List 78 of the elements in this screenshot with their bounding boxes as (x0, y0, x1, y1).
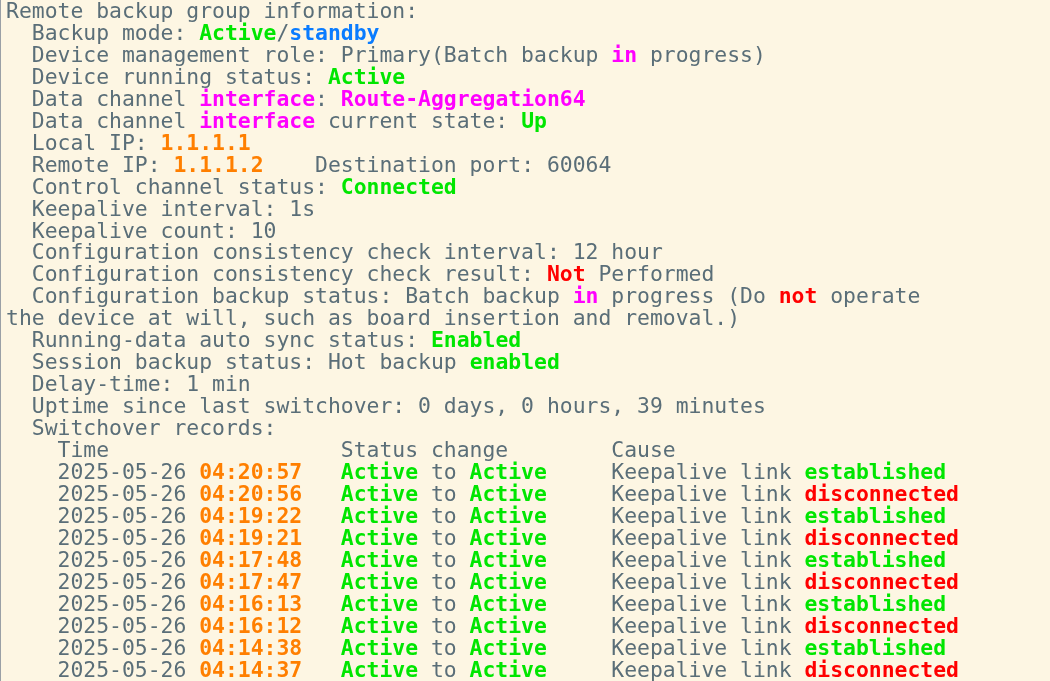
record-time: 04:17:48 (199, 548, 303, 571)
status-to-word: to (430, 461, 457, 483)
status-from: Active (340, 461, 419, 483)
record-time: 04:20:56 (199, 482, 303, 505)
record-date: 2025-05-26 (57, 526, 187, 549)
record-event: disconnected (804, 658, 959, 681)
status-to-word: to (430, 614, 457, 637)
record-time: 04:16:13 (199, 592, 303, 615)
record-cause: Keepalive link (611, 614, 792, 637)
output-line: Running-data auto sync status: Enabled (31, 327, 522, 353)
status-to: Active (469, 658, 547, 681)
output-line: Destination port: 60064 (315, 153, 612, 176)
status-to: Active (469, 636, 547, 659)
record-date: 2025-05-26 (57, 461, 187, 483)
record-time: 04:20:57 (199, 461, 303, 483)
record-cause: Keepalive link (611, 504, 792, 527)
status-from: Active (340, 526, 419, 549)
record-date: 2025-05-26 (57, 636, 187, 659)
record-event: established (804, 636, 947, 659)
status-to-word: to (430, 636, 457, 659)
record-event: established (804, 592, 947, 615)
output-heading: Remote backup group information: (6, 0, 419, 23)
output-line: Local IP: 1.1.1.1 (31, 129, 251, 155)
status-from: Active (340, 592, 419, 615)
status-from: Active (340, 636, 419, 659)
status-from: Active (340, 658, 419, 681)
status-to-word: to (430, 504, 457, 527)
record-cause: Keepalive link (611, 658, 792, 681)
record-cause: Keepalive link (611, 636, 792, 659)
status-from: Active (340, 570, 419, 593)
status-from: Active (340, 614, 419, 637)
status-to-word: to (430, 526, 457, 549)
status-from: Active (340, 504, 419, 527)
record-time: 04:14:37 (199, 658, 303, 681)
status-to: Active (469, 482, 547, 505)
record-cause: Keepalive link (611, 548, 792, 571)
status-to-word: to (430, 658, 457, 681)
record-event: disconnected (804, 570, 959, 593)
column-header: Cause (611, 439, 676, 461)
record-time: 04:16:12 (199, 614, 303, 637)
status-to: Active (469, 526, 547, 549)
record-time: 04:17:47 (199, 570, 303, 593)
record-date: 2025-05-26 (57, 658, 187, 681)
record-event: disconnected (804, 526, 959, 549)
column-header: Time (57, 439, 110, 461)
status-from: Active (340, 548, 419, 571)
record-cause: Keepalive link (611, 570, 792, 593)
record-cause: Keepalive link (611, 592, 792, 615)
status-to-word: to (430, 548, 457, 571)
status-to-word: to (430, 592, 457, 615)
record-date: 2025-05-26 (57, 482, 187, 505)
record-date: 2025-05-26 (57, 504, 187, 527)
record-cause: Keepalive link (611, 461, 792, 483)
status-to: Active (469, 548, 547, 571)
record-event: disconnected (804, 482, 959, 505)
status-to: Active (469, 570, 547, 593)
status-to: Active (469, 614, 547, 637)
status-to: Active (469, 461, 547, 483)
record-date: 2025-05-26 (57, 548, 187, 571)
record-event: established (804, 461, 947, 483)
status-from: Active (340, 482, 419, 505)
status-to: Active (469, 504, 547, 527)
column-header: Status change (340, 439, 509, 461)
record-event: disconnected (804, 614, 959, 637)
record-time: 04:19:21 (199, 526, 303, 549)
record-event: established (804, 548, 947, 571)
output-line: Remote IP: 1.1.1.2 (31, 153, 264, 176)
record-date: 2025-05-26 (57, 570, 187, 593)
record-date: 2025-05-26 (57, 614, 187, 637)
record-cause: Keepalive link (611, 482, 792, 505)
record-time: 04:14:38 (199, 636, 303, 659)
status-to: Active (469, 592, 547, 615)
record-event: established (804, 504, 947, 527)
status-to-word: to (430, 570, 457, 593)
record-cause: Keepalive link (611, 526, 792, 549)
record-date: 2025-05-26 (57, 592, 187, 615)
status-to-word: to (430, 482, 457, 505)
record-time: 04:19:22 (199, 504, 303, 527)
